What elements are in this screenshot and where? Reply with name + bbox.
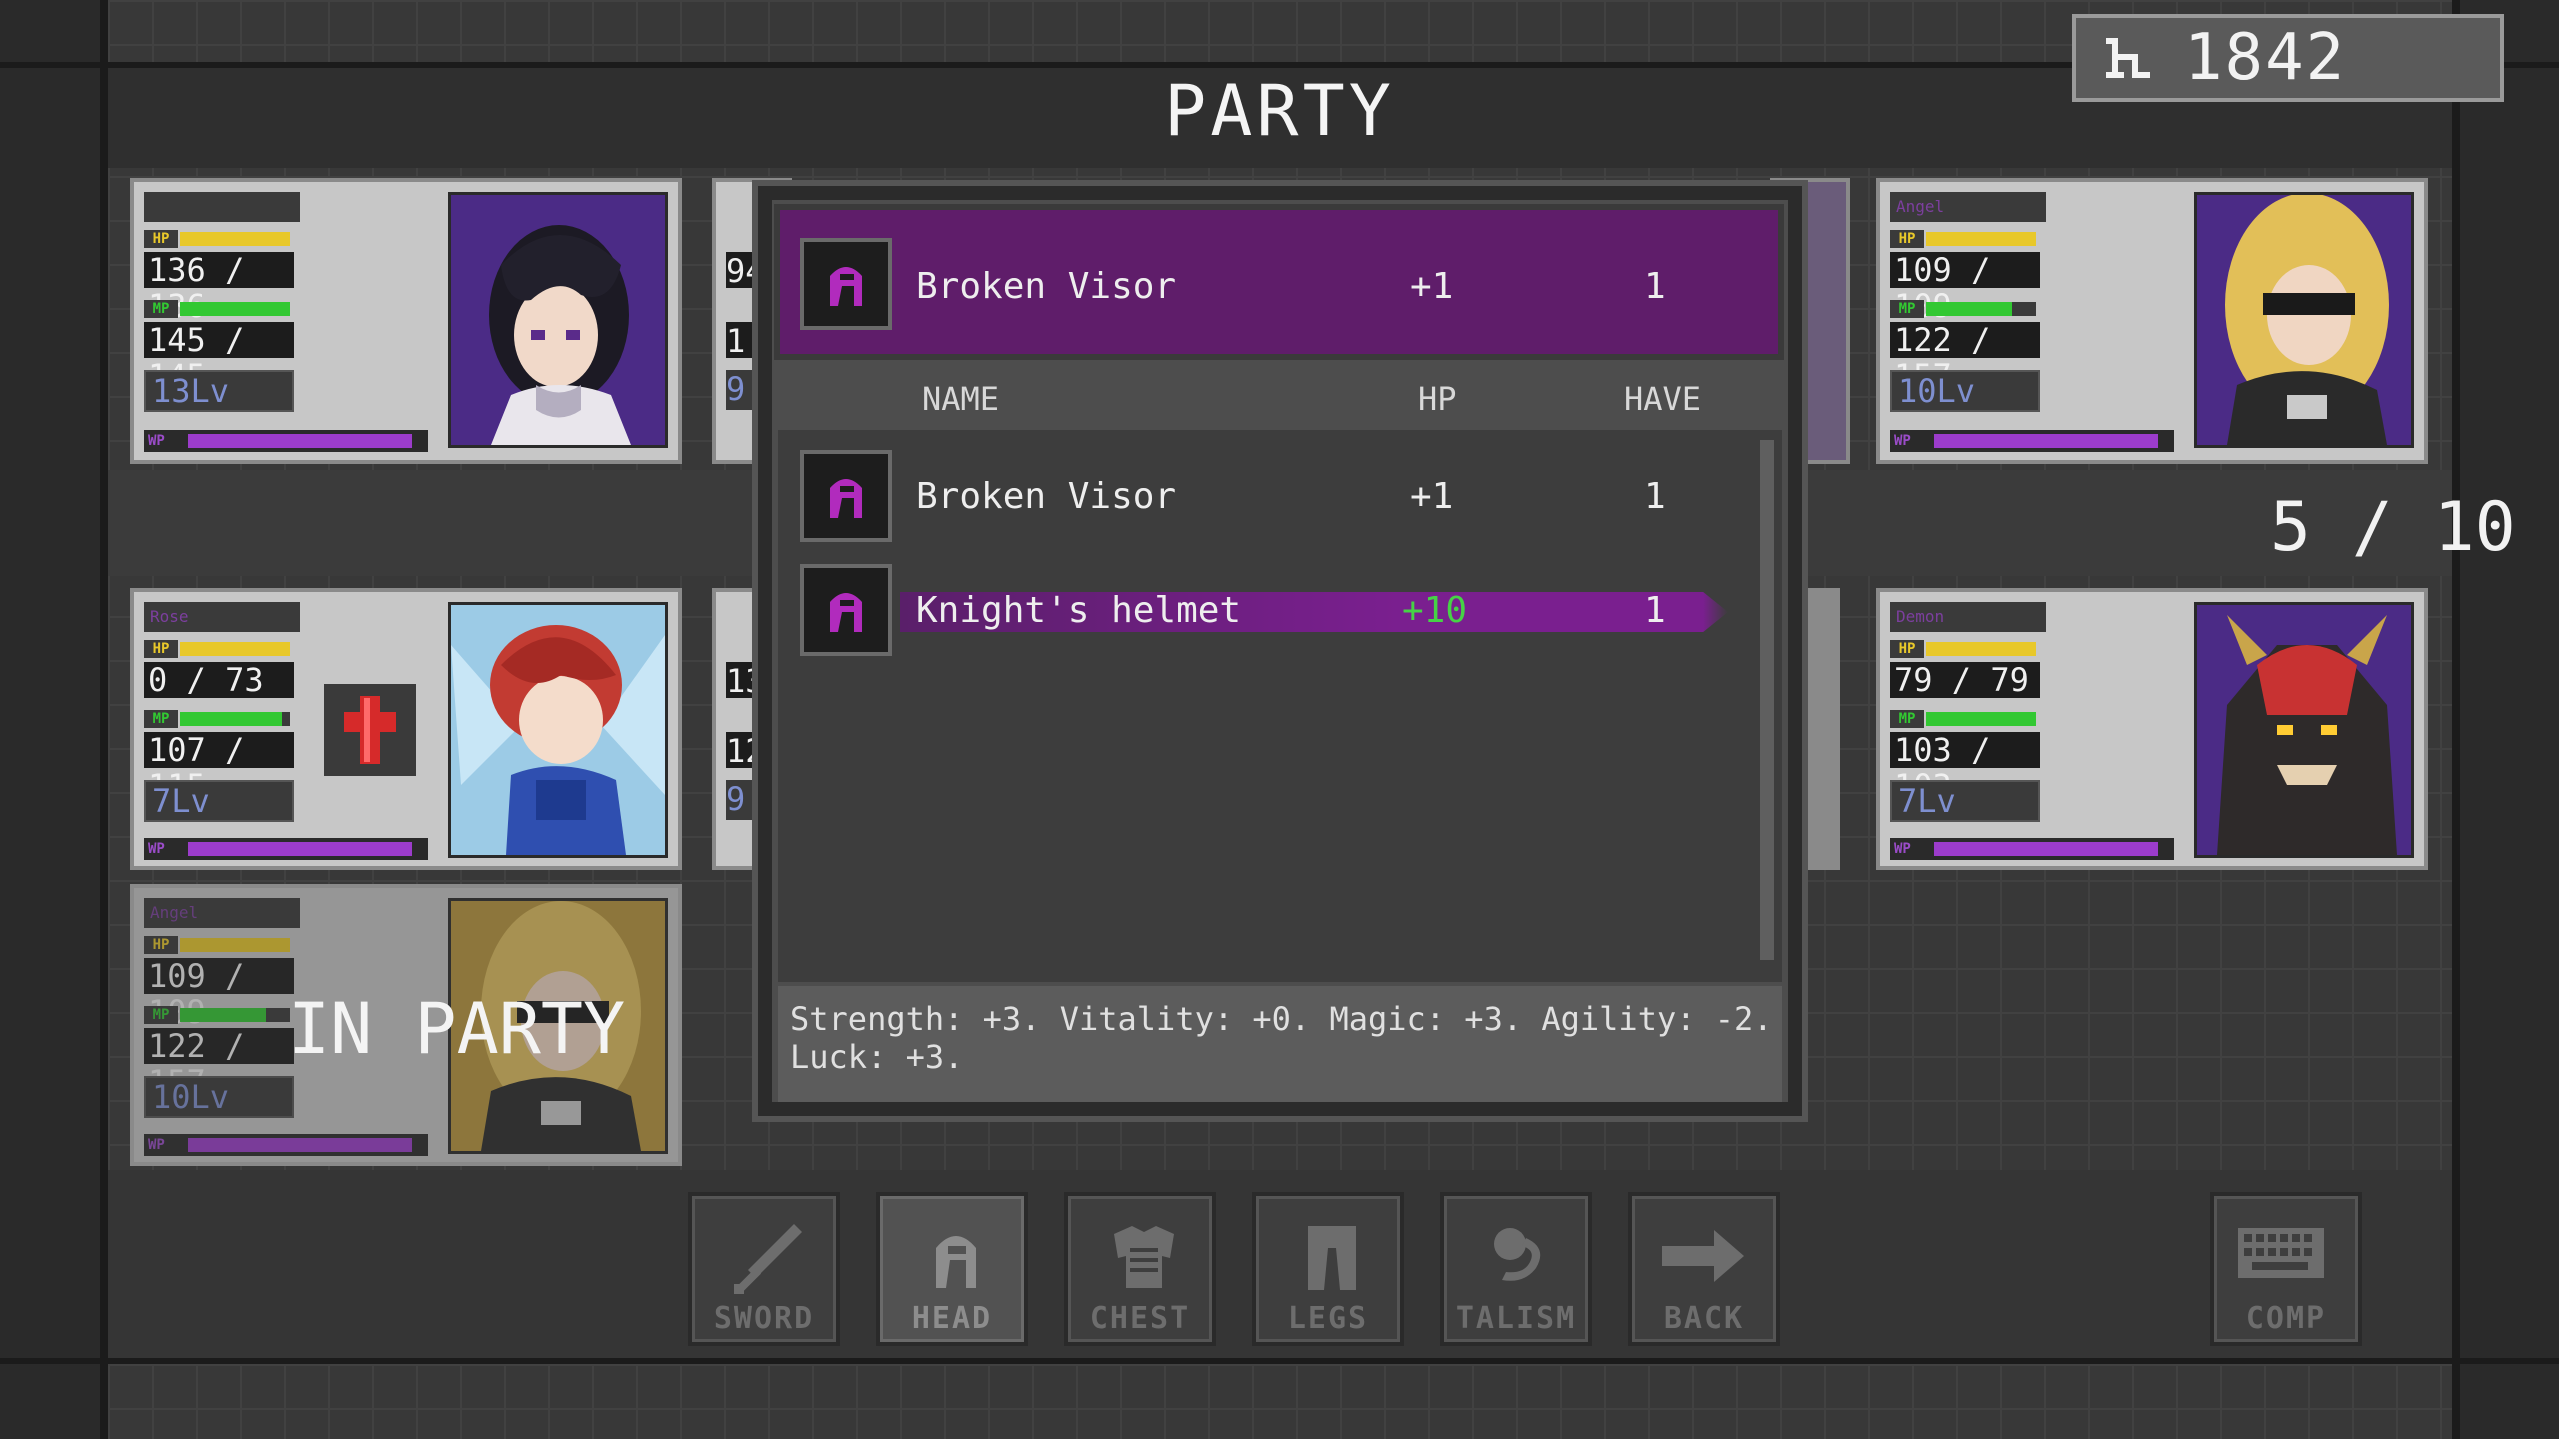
sword-label: SWORD xyxy=(713,1301,815,1336)
legs-button[interactable]: LEGS xyxy=(1252,1192,1404,1346)
wp-bar: WP xyxy=(1890,430,2174,452)
hp-label: HP xyxy=(1890,640,1924,658)
frame-line xyxy=(100,0,108,1439)
item-name: Broken Visor xyxy=(916,476,1177,517)
helmet-icon xyxy=(800,564,892,656)
mp-value: 107 / 115 xyxy=(144,732,294,804)
party-card[interactable]: HP 136 / 136 MP 145 / 145 13Lv WP xyxy=(130,178,682,464)
item-have: 1 xyxy=(1644,590,1666,631)
hp-value: 109 / 109 xyxy=(1890,252,2040,324)
level-badge: 13Lv xyxy=(144,370,294,412)
mp-value: 145 / 145 xyxy=(144,322,294,394)
hp-label: HP xyxy=(144,640,178,658)
chest-armor-icon xyxy=(1114,1226,1174,1288)
level-badge: 10Lv xyxy=(1890,370,2040,412)
column-header-name: NAME xyxy=(922,380,1000,418)
frame-line xyxy=(2452,0,2460,1439)
item-description: Strength: +3. Vitality: +0. Magic: +3. A… xyxy=(778,986,1782,1102)
left-margin xyxy=(0,0,100,1439)
talisman-icon xyxy=(1494,1228,1541,1281)
head-label: HEAD xyxy=(911,1301,993,1336)
item-description-text: Strength: +3. Vitality: +0. Magic: +3. A… xyxy=(790,1000,1773,1076)
character-portrait xyxy=(2194,602,2414,858)
helmet-icon xyxy=(800,238,892,330)
party-card[interactable]: Angel HP 109 / 109 MP 122 / 157 10Lv WP … xyxy=(130,884,682,1166)
item-hp: +10 xyxy=(1402,590,1468,631)
frame-line xyxy=(0,1358,2559,1364)
mp-label: MP xyxy=(1890,710,1924,728)
chest-label: CHEST xyxy=(1089,1301,1191,1336)
party-card[interactable]: Rose HP 0 / 73 MP 107 / 115 7Lv WP xyxy=(130,588,682,870)
item-list-scrollbar[interactable] xyxy=(1760,440,1774,960)
character-portrait xyxy=(2194,192,2414,448)
page-title: PARTY xyxy=(1164,70,1395,152)
level-badge: 7Lv xyxy=(1890,780,2040,822)
item-name: Knight's helmet xyxy=(916,590,1242,631)
hp-bar xyxy=(180,232,290,246)
mp-value: 103 / 103 xyxy=(1890,732,2040,804)
selected-item-have: 1 xyxy=(1644,266,1666,307)
in-party-label: IN PARTY xyxy=(288,988,626,1070)
mp-label: MP xyxy=(144,300,178,318)
item-have: 1 xyxy=(1644,476,1666,517)
mp-bar xyxy=(180,302,290,316)
sword-icon xyxy=(734,1224,802,1294)
mp-label: MP xyxy=(144,710,178,728)
knocked-out-icon xyxy=(324,684,416,776)
talism-button[interactable]: TALISM xyxy=(1440,1192,1592,1346)
hp-bar xyxy=(180,642,290,656)
character-portrait xyxy=(448,192,668,448)
head-button[interactable]: HEAD xyxy=(876,1192,1028,1346)
back-button[interactable]: BACK xyxy=(1628,1192,1780,1346)
mp-bar xyxy=(1926,302,2036,316)
hp-value: 136 / 136 xyxy=(144,252,294,324)
helmet-icon xyxy=(800,450,892,542)
level-badge: 7Lv xyxy=(144,780,294,822)
hp-label: HP xyxy=(1890,230,1924,248)
arrow-right-icon xyxy=(1662,1230,1744,1282)
hp-bar xyxy=(1926,642,2036,656)
comp-label: COMP xyxy=(2245,1301,2327,1336)
character-name: Demon xyxy=(1890,602,2046,632)
hp-value: 79 / 79 xyxy=(1890,662,2040,698)
helmet-icon xyxy=(936,1236,976,1288)
column-header-have: HAVE xyxy=(1624,380,1702,418)
selected-item-name: Broken Visor xyxy=(916,266,1177,307)
character-portrait xyxy=(448,602,668,858)
mp-bar xyxy=(180,712,290,726)
character-name: Angel xyxy=(1890,192,2046,222)
leg-armor-icon xyxy=(1308,1226,1356,1290)
keyboard-icon xyxy=(2238,1228,2324,1278)
chest-button[interactable]: CHEST xyxy=(1064,1192,1216,1346)
talism-label: TALISM xyxy=(1455,1301,1577,1336)
selected-item-hp: +1 xyxy=(1410,266,1454,307)
item-hp: +1 xyxy=(1410,476,1454,517)
mp-bar xyxy=(1926,712,2036,726)
sword-button[interactable]: SWORD xyxy=(688,1192,840,1346)
party-card[interactable]: Demon HP 79 / 79 MP 103 / 103 7Lv WP xyxy=(1876,588,2428,870)
wp-bar: WP xyxy=(1890,838,2174,860)
wp-bar: WP xyxy=(144,430,428,452)
party-card[interactable]: Angel HP 109 / 109 MP 122 / 157 10Lv WP xyxy=(1876,178,2428,464)
hp-value: 0 / 73 xyxy=(144,662,294,698)
mp-label: MP xyxy=(1890,300,1924,318)
right-margin xyxy=(2460,0,2559,1439)
column-header-hp: HP xyxy=(1418,380,1457,418)
mp-value: 122 / 157 xyxy=(1890,322,2040,394)
comp-button[interactable]: COMP xyxy=(2210,1192,2362,1346)
character-name: Rose xyxy=(144,602,300,632)
legs-label: LEGS xyxy=(1287,1301,1369,1336)
hp-label: HP xyxy=(144,230,178,248)
character-name xyxy=(144,192,300,222)
hp-bar xyxy=(1926,232,2036,246)
wp-bar: WP xyxy=(144,838,428,860)
party-count: 5 / 10 xyxy=(2270,488,2516,567)
back-label: BACK xyxy=(1663,1301,1745,1336)
